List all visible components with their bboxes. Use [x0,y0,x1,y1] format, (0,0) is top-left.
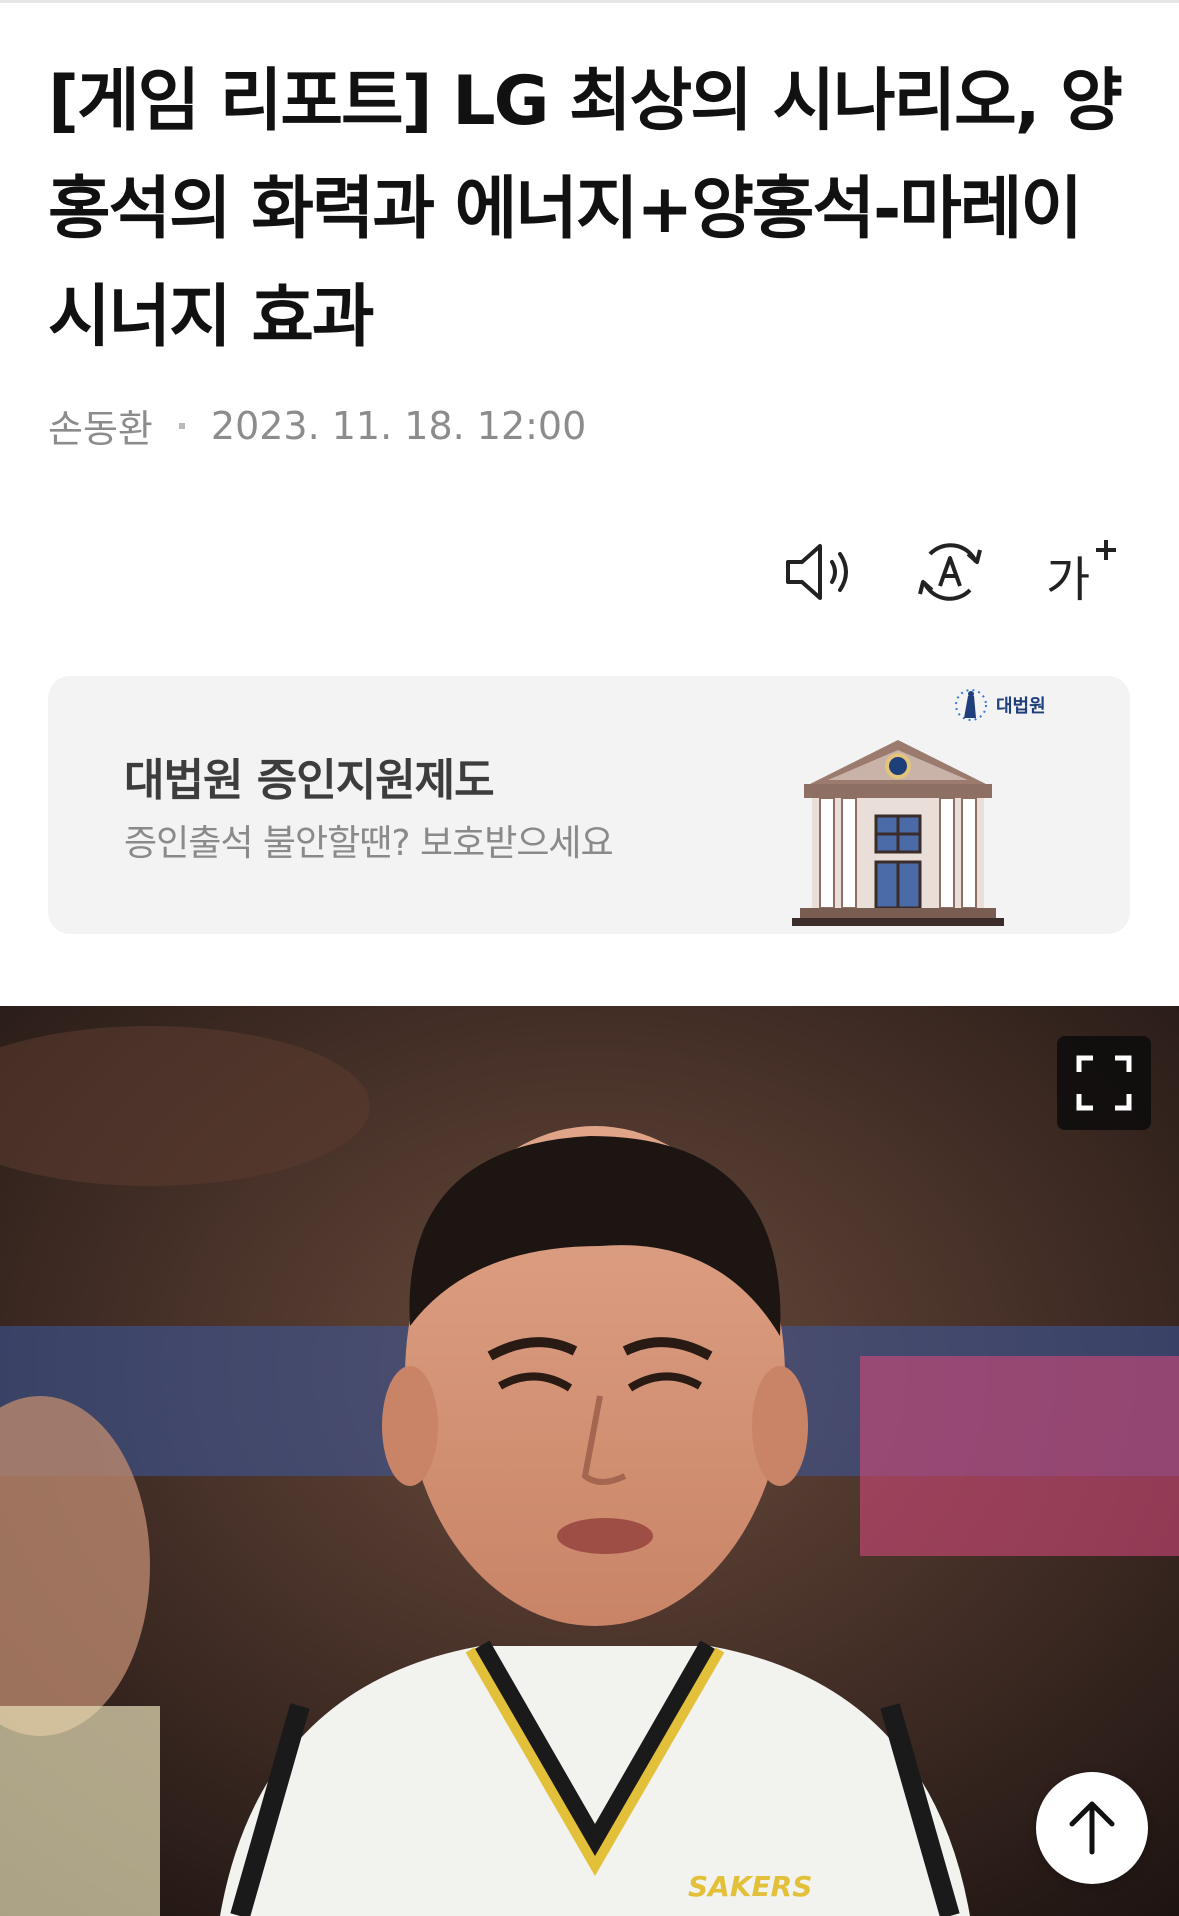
ad-subtitle: 증인출석 불안할땐? 보호받으세요 [124,823,614,864]
author-name[interactable]: 손동환 [48,398,153,453]
arrow-up-icon [1069,1801,1115,1855]
top-divider [0,0,1179,3]
translate-icon[interactable] [910,532,990,612]
scroll-top-button[interactable] [1036,1772,1148,1884]
jersey-text: SAKERS [688,1870,812,1903]
font-size-label: 가 [1046,552,1090,608]
font-size-icon[interactable]: 가 [1042,532,1122,612]
meta-separator [178,422,185,429]
article-photo[interactable]: SAKERS [0,1006,1179,1916]
article-toolbar: 가 [780,532,1120,612]
ad-logo: 대법원 [952,686,1046,724]
fullscreen-icon[interactable] [1057,1036,1151,1130]
speaker-icon[interactable] [780,532,860,612]
ad-title: 대법원 증인지원제도 [124,755,495,806]
article-meta: 손동환 2023. 11. 18. 12:00 [48,398,586,453]
player-photo-image: SAKERS [0,1006,1179,1916]
publish-date: 2023. 11. 18. 12:00 [210,403,587,448]
court-emblem-icon [955,689,987,721]
courthouse-icon [788,732,1008,936]
article-title: [게임 리포트] LG 최상의 시나리오, 양홍석의 화력과 에너지+양홍석-마… [48,62,1123,357]
ad-banner[interactable]: 대법원 증인지원제도 증인출석 불안할땐? 보호받으세요 대법원 [48,676,1130,934]
ad-logo-text: 대법원 [996,696,1046,717]
